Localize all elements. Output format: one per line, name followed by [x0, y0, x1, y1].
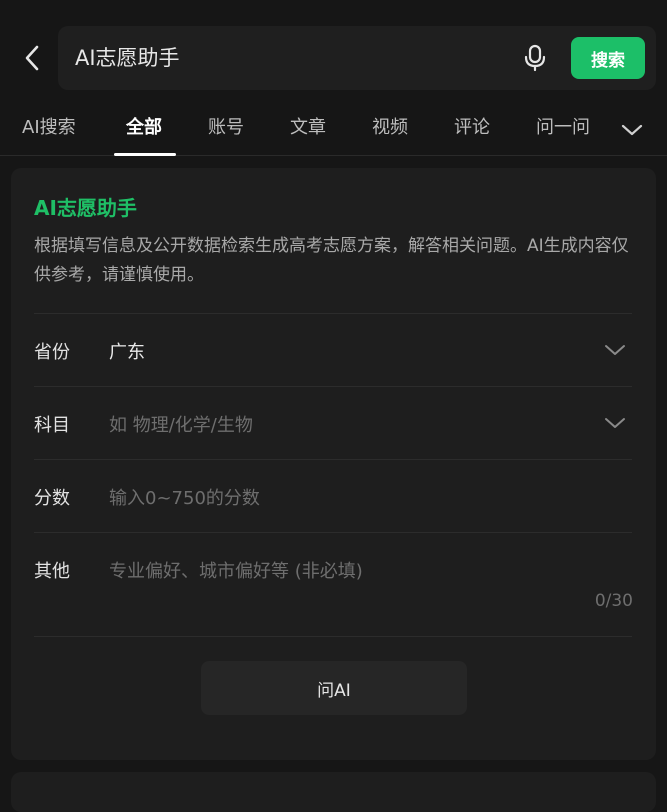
chevron-down-icon	[605, 345, 625, 355]
microphone-icon	[524, 44, 546, 72]
card-title: AI志愿助手	[34, 196, 137, 220]
score-input[interactable]: 输入0~750的分数	[109, 484, 260, 510]
subject-label: 科目	[34, 415, 70, 436]
next-result-card	[11, 772, 656, 812]
divider	[34, 532, 632, 533]
divider	[34, 636, 632, 637]
more-tabs-button[interactable]	[614, 114, 650, 146]
divider	[34, 386, 632, 387]
chevron-down-icon	[621, 124, 643, 136]
tab-accounts[interactable]: 账号	[208, 104, 244, 156]
province-select[interactable]: 广东	[109, 338, 145, 364]
back-button[interactable]	[14, 40, 50, 76]
tab-videos[interactable]: 视频	[372, 104, 408, 156]
tab-articles[interactable]: 文章	[290, 104, 326, 156]
subject-dropdown-button[interactable]	[601, 409, 629, 437]
character-counter: 0/30	[594, 591, 633, 611]
other-label: 其他	[34, 561, 70, 582]
divider	[34, 459, 632, 460]
ai-volunteer-assistant-card: AI志愿助手 根据填写信息及公开数据检索生成高考志愿方案，解答相关问题。AI生成…	[11, 168, 656, 760]
search-box[interactable]: AI志愿助手 搜索	[58, 26, 656, 90]
province-label: 省份	[34, 342, 70, 363]
card-description: 根据填写信息及公开数据检索生成高考志愿方案，解答相关问题。AI生成内容仅供参考，…	[34, 236, 629, 285]
tab-comments[interactable]: 评论	[454, 104, 490, 156]
top-bar: AI志愿助手 搜索	[0, 0, 667, 110]
tab-bar: AI搜索 全部 账号 文章 视频 评论 问一问	[0, 104, 667, 156]
divider	[34, 313, 632, 314]
tab-ask[interactable]: 问一问	[536, 104, 600, 156]
tab-ai-search[interactable]: AI搜索	[22, 104, 76, 156]
chevron-down-icon	[605, 418, 625, 428]
other-input[interactable]: 专业偏好、城市偏好等 (非必填)	[109, 557, 363, 583]
ask-ai-button[interactable]: 问AI	[201, 661, 467, 715]
province-dropdown-button[interactable]	[601, 336, 629, 364]
back-arrow-icon	[25, 45, 39, 71]
voice-search-button[interactable]	[521, 44, 549, 72]
score-label: 分数	[34, 488, 70, 509]
search-button[interactable]: 搜索	[571, 37, 645, 79]
tab-all[interactable]: 全部	[126, 104, 162, 156]
subject-select[interactable]: 如 物理/化学/生物	[109, 411, 253, 437]
active-tab-indicator	[114, 153, 176, 156]
search-input[interactable]: AI志愿助手	[75, 26, 475, 90]
